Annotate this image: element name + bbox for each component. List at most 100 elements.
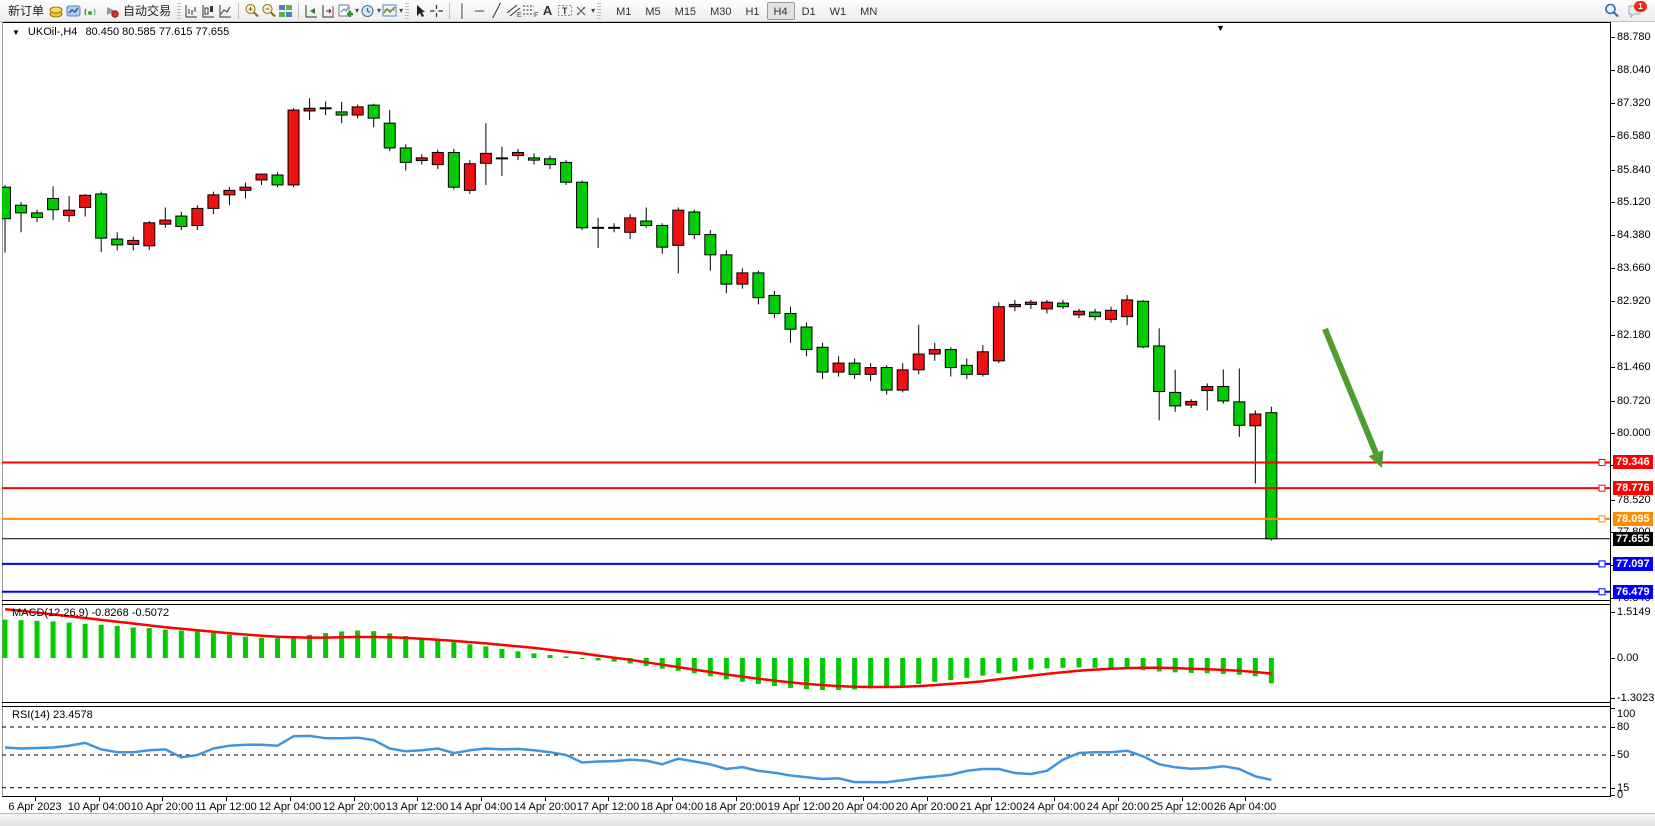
- macd-histogram-bar: [131, 628, 136, 659]
- macd-histogram-bar: [884, 658, 889, 688]
- toolbar-grip: [405, 3, 409, 19]
- timeframe-button-m15[interactable]: M15: [668, 2, 703, 20]
- macd-histogram-bar: [980, 658, 985, 676]
- notification-badge: 1: [1634, 1, 1647, 12]
- price-tag: 76.479: [1613, 585, 1653, 599]
- price-tick-label: 85.120: [1617, 196, 1651, 208]
- zoom-out-icon[interactable]: [260, 2, 277, 20]
- macd-histogram-bar: [51, 621, 56, 658]
- auto-scroll-icon[interactable]: [303, 2, 320, 20]
- macd-pane[interactable]: [2, 605, 1610, 702]
- timeframe-button-m1[interactable]: M1: [609, 2, 638, 20]
- macd-histogram-bar: [67, 623, 72, 658]
- macd-histogram-bar: [1028, 658, 1033, 670]
- text-label-tool-icon[interactable]: T: [556, 2, 573, 20]
- svg-text:T: T: [562, 6, 568, 16]
- macd-histogram-bar: [211, 633, 216, 658]
- price-tick-label: 83.660: [1617, 262, 1651, 274]
- price-tick-label: 84.380: [1617, 229, 1651, 241]
- new-chart-icon[interactable]: [337, 2, 354, 20]
- price-chart-pane[interactable]: [2, 24, 1610, 600]
- timeframe-button-d1[interactable]: D1: [795, 2, 823, 20]
- profiles-clock-icon[interactable]: [359, 2, 376, 20]
- signals-icon[interactable]: [82, 2, 99, 20]
- macd-histogram-bar: [1221, 658, 1226, 674]
- macd-pane-bottom-border: [2, 702, 1611, 703]
- macd-histogram-bar: [1205, 658, 1210, 673]
- chart-shift-marker[interactable]: ▼: [1216, 23, 1225, 33]
- fibonacci-tool-icon[interactable]: F: [522, 2, 539, 20]
- zoom-in-icon[interactable]: [243, 2, 260, 20]
- cursor-icon[interactable]: [411, 2, 428, 20]
- price-tick-label: 87.320: [1617, 97, 1651, 109]
- line-chart-icon[interactable]: [217, 2, 234, 20]
- rsi-pane[interactable]: [2, 707, 1610, 796]
- macd-histogram-bar: [483, 646, 488, 658]
- level-line-handle[interactable]: [1599, 561, 1605, 567]
- bar-chart-icon[interactable]: [183, 2, 200, 20]
- rsi-tick-label: 80: [1617, 721, 1629, 733]
- macd-histogram-bar: [179, 631, 184, 658]
- down-arrow-annotation[interactable]: [1325, 329, 1376, 453]
- text-tool-icon[interactable]: A: [539, 2, 556, 20]
- symbol-dropdown-icon[interactable]: ▼: [12, 28, 20, 37]
- macd-histogram-bar: [243, 637, 248, 658]
- timeframe-button-m5[interactable]: M5: [638, 2, 667, 20]
- template-dropdown-icon[interactable]: ▾: [399, 6, 403, 15]
- new-order-button[interactable]: 新订单: [4, 1, 48, 21]
- auto-trading-label: 自动交易: [123, 2, 171, 19]
- macd-histogram-bar: [1173, 658, 1178, 672]
- price-tick-label: 86.580: [1617, 130, 1651, 142]
- funds-icon[interactable]: [48, 2, 65, 20]
- price-tick-label: 81.460: [1617, 361, 1651, 373]
- macd-histogram-bar: [852, 658, 857, 689]
- level-line-handle[interactable]: [1599, 516, 1605, 522]
- tile-windows-icon[interactable]: [277, 2, 294, 20]
- macd-histogram-bar: [499, 649, 504, 658]
- macd-tick-label: 1.5149: [1617, 606, 1651, 618]
- macd-histogram-bar: [708, 658, 713, 676]
- ohlc-values-label: 80.450 80.585 77.615 77.655: [85, 26, 229, 38]
- crosshair-icon[interactable]: [428, 2, 445, 20]
- level-line-handle[interactable]: [1599, 459, 1605, 465]
- timeframe-button-h1[interactable]: H1: [738, 2, 766, 20]
- macd-histogram-bar: [467, 644, 472, 658]
- price-tag: 79.346: [1613, 455, 1653, 469]
- status-bar: [0, 813, 1655, 826]
- search-icon[interactable]: [1603, 2, 1620, 20]
- trendline-tool-icon[interactable]: ╱: [488, 2, 505, 20]
- template-icon[interactable]: [381, 2, 398, 20]
- candlestick-chart-icon[interactable]: [200, 2, 217, 20]
- equidistant-channel-icon[interactable]: E: [505, 2, 522, 20]
- level-line-handle[interactable]: [1599, 589, 1605, 595]
- macd-histogram-bar: [724, 658, 729, 679]
- horizontal-line-tool-icon[interactable]: ─: [471, 2, 488, 20]
- macd-histogram-bar: [932, 658, 937, 682]
- macd-histogram-bar: [259, 638, 264, 658]
- vertical-line-tool-icon[interactable]: │: [454, 2, 471, 20]
- timeframe-button-h4[interactable]: H4: [767, 2, 795, 20]
- macd-histogram-bar: [564, 656, 569, 658]
- macd-histogram-bar: [916, 658, 921, 684]
- auto-trading-button[interactable]: 自动交易: [99, 1, 175, 21]
- publish-report-icon[interactable]: [65, 2, 82, 20]
- macd-histogram-bar: [515, 651, 520, 658]
- svg-text:F: F: [534, 12, 538, 18]
- macd-histogram-bar: [339, 631, 344, 658]
- arrows-dropdown-icon[interactable]: ▾: [591, 6, 595, 15]
- macd-tick-label: 0.00: [1617, 652, 1638, 664]
- arrows-tool-icon[interactable]: [573, 2, 590, 20]
- timeframe-button-mn[interactable]: MN: [853, 2, 884, 20]
- timeframe-button-w1[interactable]: W1: [823, 2, 854, 20]
- level-line-handle[interactable]: [1599, 485, 1605, 491]
- macd-histogram-bar: [1077, 658, 1082, 667]
- chart-shift-icon[interactable]: [320, 2, 337, 20]
- rsi-indicator-label: RSI(14) 23.4578: [12, 709, 93, 721]
- macd-histogram-bar: [1157, 658, 1162, 671]
- price-tag: 77.097: [1613, 557, 1653, 571]
- chart-top-border: [2, 22, 1611, 23]
- timeframe-button-m30[interactable]: M30: [703, 2, 738, 20]
- macd-histogram-bar: [403, 636, 408, 658]
- chat-notifications-icon[interactable]: 1: [1626, 2, 1643, 20]
- toolbar-grip: [177, 3, 181, 19]
